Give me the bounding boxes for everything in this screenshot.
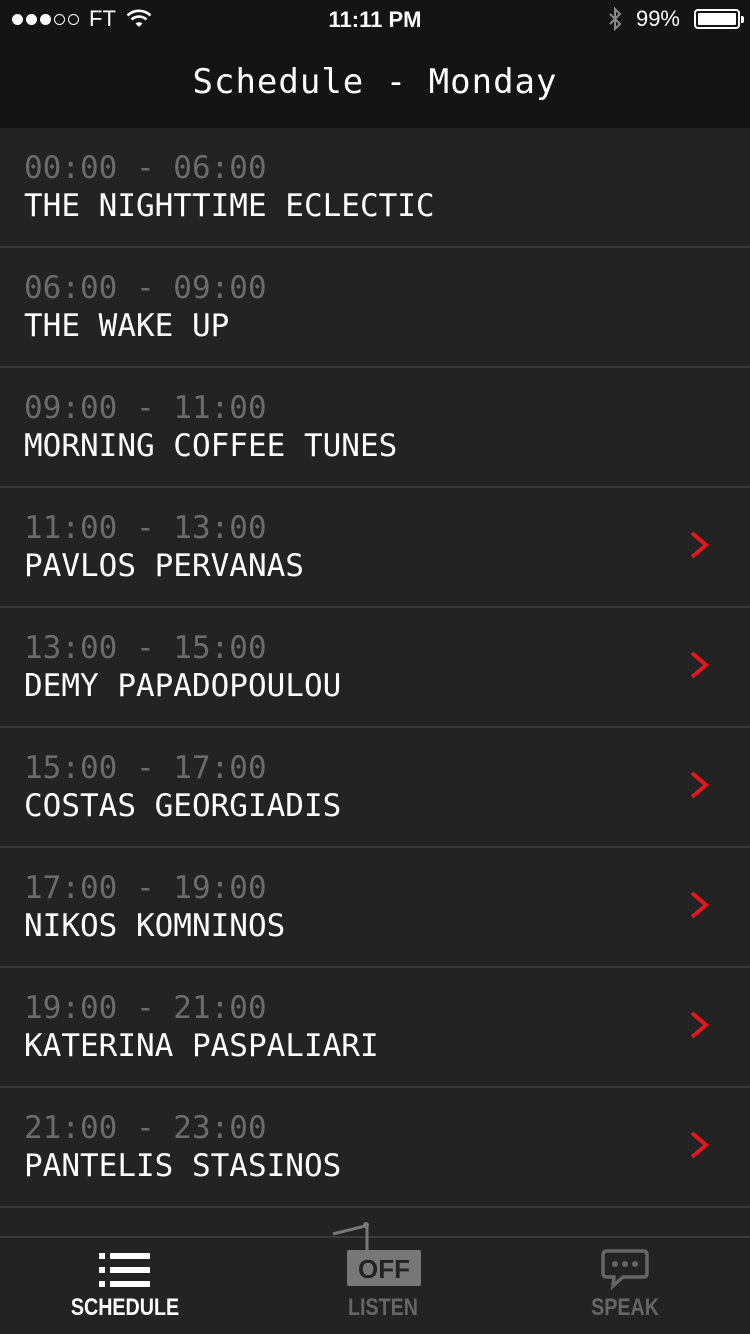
show-time: 19:00 - 21:00 [24, 990, 267, 1026]
show-time: 17:00 - 19:00 [24, 870, 267, 906]
chevron-right-icon[interactable] [686, 890, 712, 920]
speech-bubble-icon [601, 1249, 649, 1290]
tab-schedule-label: SCHEDULE [70, 1294, 180, 1321]
show-time: 06:00 - 09:00 [24, 270, 267, 306]
show-name: PAVLOS PERVANAS [24, 548, 304, 584]
page-title: Schedule - Monday [192, 62, 558, 102]
schedule-row[interactable]: 00:00 - 06:00 THE NIGHTTIME ECLECTIC [0, 128, 750, 248]
battery-icon [694, 9, 744, 29]
show-name: THE NIGHTTIME ECLECTIC [24, 188, 435, 224]
chevron-right-icon[interactable] [686, 1130, 712, 1160]
show-name: MORNING COFFEE TUNES [24, 428, 398, 464]
tab-schedule[interactable]: SCHEDULE [55, 1238, 195, 1334]
show-time: 09:00 - 11:00 [24, 390, 267, 426]
radio-off-icon: OFF [332, 1222, 421, 1286]
tab-listen[interactable]: OFF LISTEN [313, 1222, 453, 1334]
battery-level [698, 13, 736, 25]
tab-listen-label: LISTEN [348, 1294, 418, 1321]
status-right: 99% [608, 6, 744, 32]
chevron-right-icon[interactable] [686, 530, 712, 560]
schedule-row[interactable]: 13:00 - 15:00 DEMY PAPADOPOULOU [0, 608, 750, 728]
schedule-row[interactable]: 06:00 - 09:00 THE WAKE UP [0, 248, 750, 368]
list-icon [99, 1253, 150, 1287]
status-bar: FT 11:11 PM 99% [0, 0, 750, 40]
schedule-row[interactable]: 17:00 - 19:00 NIKOS KOMNINOS [0, 848, 750, 968]
show-name: NIKOS KOMNINOS [24, 908, 286, 944]
schedule-row[interactable]: 19:00 - 21:00 KATERINA PASPALIARI [0, 968, 750, 1088]
show-time: 13:00 - 15:00 [24, 630, 267, 666]
show-name: COSTAS GEORGIADIS [24, 788, 342, 824]
show-name: THE WAKE UP [24, 308, 230, 344]
schedule-row[interactable]: 09:00 - 11:00 MORNING COFFEE TUNES [0, 368, 750, 488]
tab-bar: SCHEDULE OFF LISTEN SPEAK [0, 1222, 750, 1334]
chevron-right-icon[interactable] [686, 650, 712, 680]
chevron-right-icon[interactable] [686, 1010, 712, 1040]
show-name: KATERINA PASPALIARI [24, 1028, 379, 1064]
tab-speak[interactable]: SPEAK [555, 1238, 695, 1334]
show-time: 15:00 - 17:00 [24, 750, 267, 786]
tab-speak-label: SPEAK [591, 1294, 659, 1321]
navigation-bar: Schedule - Monday [0, 40, 750, 128]
schedule-row[interactable]: 21:00 - 23:00 PANTELIS STASINOS [0, 1088, 750, 1208]
schedule-row[interactable]: 15:00 - 17:00 COSTAS GEORGIADIS [0, 728, 750, 848]
bluetooth-icon [609, 7, 622, 31]
show-time: 00:00 - 06:00 [24, 150, 267, 186]
show-name: PANTELIS STASINOS [24, 1148, 342, 1184]
chevron-right-icon[interactable] [686, 770, 712, 800]
schedule-list[interactable]: 00:00 - 06:00 THE NIGHTTIME ECLECTIC 06:… [0, 128, 750, 1236]
show-time: 11:00 - 13:00 [24, 510, 267, 546]
battery-percent: 99% [635, 6, 680, 31]
show-time: 21:00 - 23:00 [24, 1110, 267, 1146]
listen-off-badge: OFF [358, 1254, 410, 1284]
schedule-row[interactable]: 11:00 - 13:00 PAVLOS PERVANAS [0, 488, 750, 608]
show-name: DEMY PAPADOPOULOU [24, 668, 342, 704]
